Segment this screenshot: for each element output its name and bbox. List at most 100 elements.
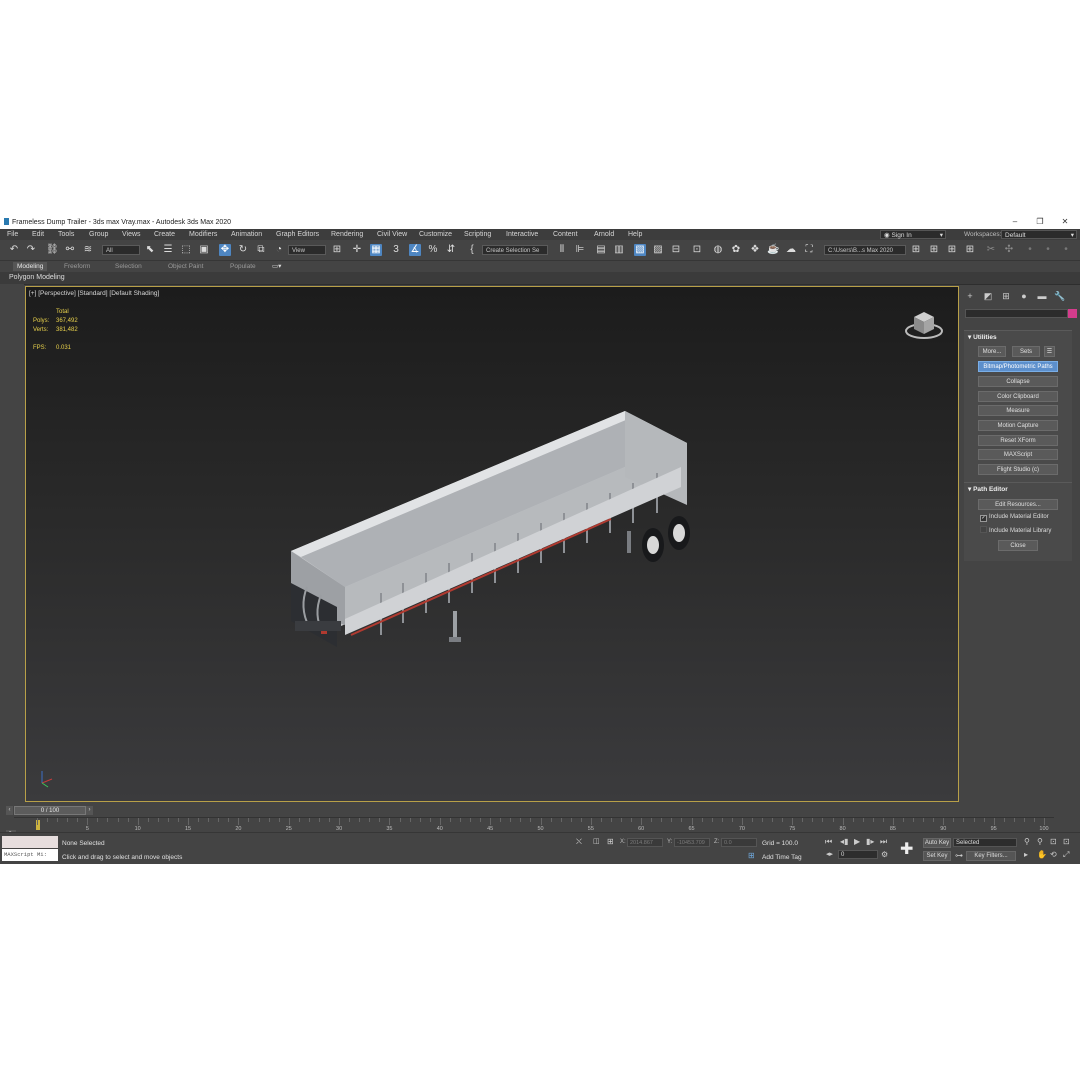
undo-icon[interactable]: ↶ [8, 244, 20, 256]
menu-content[interactable]: Content [553, 231, 578, 238]
edit-named-selection-icon[interactable]: { [466, 244, 478, 256]
x-coord-field[interactable]: 2014.867 [627, 838, 663, 847]
absolute-mode-icon[interactable]: ⊞ [607, 837, 614, 846]
scene-explorer-icon[interactable]: ▤ [595, 244, 607, 256]
modify-tab-icon[interactable]: ◩ [982, 290, 994, 302]
select-and-move-icon[interactable]: ✥ [219, 244, 231, 256]
collapse-button[interactable]: Collapse [978, 376, 1058, 387]
viewport-label[interactable]: [+] [Perspective] [Standard] [Default Sh… [29, 290, 159, 297]
set-key-big-icon[interactable]: ✚ [900, 839, 913, 859]
next-key-icon[interactable]: ▮▸ [866, 837, 874, 846]
link-icon[interactable]: ⛓ [46, 244, 59, 256]
add-time-tag[interactable]: Add Time Tag [762, 854, 802, 861]
color-clipboard-button[interactable]: Color Clipboard [978, 391, 1058, 402]
tab-modeling[interactable]: Modeling [13, 262, 48, 271]
rectangular-selection-icon[interactable]: ⬚ [180, 244, 192, 256]
key-selection-dropdown[interactable]: Selected [953, 838, 1017, 847]
spinner-snap-icon[interactable]: ⇵ [445, 244, 457, 256]
y-coord-field[interactable]: -10453.709 [674, 838, 710, 847]
polygon-modeling-label[interactable]: Polygon Modeling [9, 274, 65, 281]
track-bar[interactable]: 5 10 15 20 25 30 35 40 45 50 55 60 65 70 75 80 85 90 95 100 [14, 817, 1054, 832]
curve-editor-icon[interactable]: ▨ [652, 244, 664, 256]
previous-key-icon[interactable]: ◂▮ [840, 837, 848, 846]
select-and-rotate-icon[interactable]: ↻ [237, 244, 249, 256]
set-key-button[interactable]: Set Key [923, 851, 951, 861]
menu-animation[interactable]: Animation [231, 231, 262, 238]
key-mode-icon[interactable]: ◂▸ [826, 850, 833, 858]
z-coord-field[interactable]: 0.0 [721, 838, 757, 847]
zoom-extents-icon[interactable]: ⊡ [1050, 837, 1057, 846]
angle-snap-icon[interactable]: ∡ [409, 244, 421, 256]
field-of-view-icon[interactable]: ▸ [1024, 850, 1028, 859]
material-editor-icon[interactable]: ⊡ [691, 244, 703, 256]
perspective-viewport[interactable]: [+] [Perspective] [Standard] [Default Sh… [25, 286, 959, 802]
sets-button[interactable]: Sets [1012, 346, 1040, 357]
menu-edit[interactable]: Edit [32, 231, 44, 238]
go-to-end-icon[interactable]: ⏭ [880, 837, 887, 847]
schematic-view-icon[interactable]: ⊟ [670, 244, 682, 256]
minimize-button[interactable]: – [1003, 216, 1027, 229]
window-crossing-icon[interactable]: ▣ [198, 244, 210, 256]
viewcube-icon[interactable] [902, 303, 946, 343]
tab-selection[interactable]: Selection [111, 262, 146, 271]
go-to-start-icon[interactable]: ⏮ [825, 837, 832, 847]
display-tab-icon[interactable]: ▬ [1036, 290, 1048, 302]
configure-sets-icon[interactable]: ☰ [1044, 346, 1055, 357]
zoom-icon[interactable]: ⚲ [1024, 837, 1030, 846]
named-selection-dropdown[interactable]: Create Selection Se [482, 245, 548, 255]
time-configuration-icon[interactable]: ⚙ [881, 850, 888, 859]
include-material-library-checkbox[interactable]: Include Material Library [980, 526, 1051, 534]
menu-rendering[interactable]: Rendering [331, 231, 363, 238]
menu-help[interactable]: Help [628, 231, 642, 238]
menu-customize[interactable]: Customize [419, 231, 452, 238]
sign-in-dropdown[interactable]: ◉ Sign In ▾ [880, 230, 946, 239]
lock-selection-icon[interactable]: ◫ [593, 837, 600, 845]
key-filters-button[interactable]: Key Filters... [966, 851, 1016, 861]
maxscript-input[interactable]: MAXScript Mi: [2, 849, 58, 861]
maximize-viewport-icon[interactable]: ⤢ [1063, 850, 1069, 860]
key-mode-toggle-icon[interactable]: ⊶ [955, 851, 963, 860]
restore-button[interactable]: ❐ [1028, 216, 1052, 229]
select-and-scale-icon[interactable]: ⧉ [255, 244, 267, 256]
menu-graph-editors[interactable]: Graph Editors [276, 231, 319, 238]
flight-studio-button[interactable]: Flight Studio (c) [978, 464, 1058, 475]
select-by-name-icon[interactable]: ☰ [162, 244, 174, 256]
ribbon-toggle-icon[interactable]: ▧ [634, 244, 646, 256]
select-manipulate-icon[interactable]: ✛ [351, 244, 363, 256]
close-button[interactable]: ✕ [1053, 216, 1077, 229]
layer-explorer-icon[interactable]: ▥ [613, 244, 625, 256]
render-iterative-icon[interactable]: ☕ [767, 244, 779, 256]
menu-interactive[interactable]: Interactive [506, 231, 538, 238]
maxscript-button[interactable]: MAXScript [978, 449, 1058, 460]
selection-filter-dropdown[interactable]: All [102, 245, 140, 255]
menu-modifiers[interactable]: Modifiers [189, 231, 217, 238]
render-in-cloud-icon[interactable]: ⛶ [803, 244, 815, 256]
utilities-title[interactable]: ▾ Utilities [968, 333, 997, 341]
object-name-field[interactable] [965, 309, 1068, 318]
utilities-tab-icon[interactable]: 🔧 [1054, 290, 1066, 302]
snaps-toggle-icon[interactable]: 3 [390, 244, 402, 256]
align-icon[interactable]: ⊫ [574, 244, 586, 256]
project-path-dropdown[interactable]: C:\Users\B...s Max 2020 [824, 245, 906, 255]
zoom-extents-all-icon[interactable]: ⊡ [1063, 837, 1070, 846]
isolate-selection-icon[interactable]: ⛌ [576, 837, 582, 847]
path-editor-title[interactable]: ▾ Path Editor [968, 485, 1008, 493]
zoom-all-icon[interactable]: ⚲ [1037, 837, 1043, 846]
bitmap-photometric-paths-button[interactable]: Bitmap/Photometric Paths [978, 361, 1058, 372]
render-setup-icon[interactable]: ◍ [712, 244, 724, 256]
reference-coordinate-dropdown[interactable]: View [288, 245, 326, 255]
menu-arnold[interactable]: Arnold [594, 231, 614, 238]
time-tag-icon[interactable]: ⊞ [748, 851, 755, 860]
select-object-icon[interactable]: ⬉ [144, 244, 156, 256]
maxscript-listener[interactable]: MAXScript Mi: [2, 836, 58, 862]
measure-button[interactable]: Measure [978, 405, 1058, 416]
render-production-icon[interactable]: ❖ [749, 244, 761, 256]
close-panel-button[interactable]: Close [998, 540, 1038, 551]
auto-key-button[interactable]: Auto Key [923, 838, 951, 848]
play-animation-icon[interactable]: ▶ [854, 837, 860, 846]
dump-trailer-model[interactable] [281, 407, 731, 667]
pivot-center-icon[interactable]: ⊞ [331, 244, 343, 256]
orbit-icon[interactable]: ⟲ [1050, 850, 1057, 859]
open-project-icon[interactable]: ⊞ [928, 244, 940, 256]
mirror-icon[interactable]: ⫴ [556, 244, 568, 256]
